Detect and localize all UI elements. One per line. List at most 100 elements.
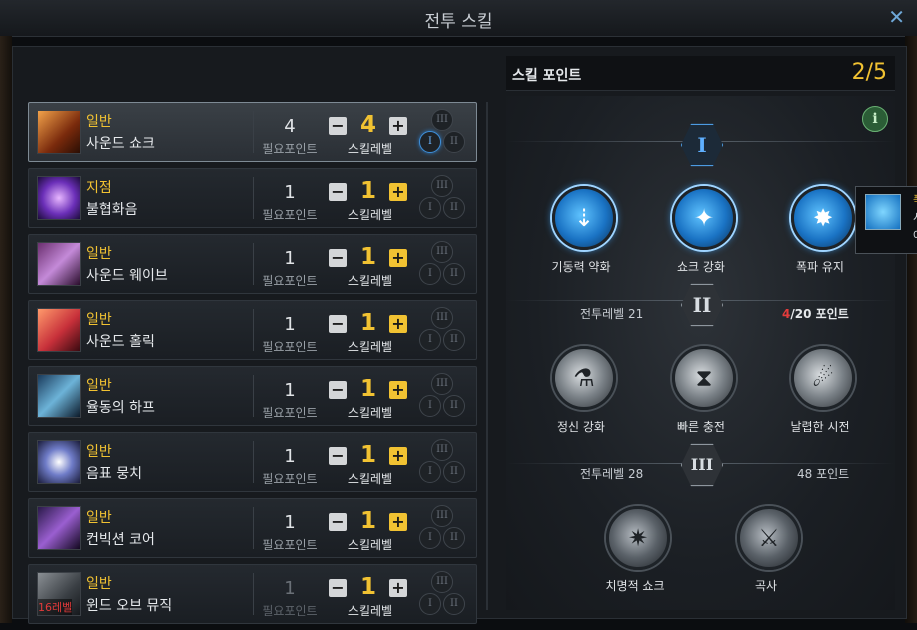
level-decrease-button[interactable]: − bbox=[329, 447, 347, 465]
skill-icon bbox=[37, 440, 81, 484]
level-decrease-button[interactable]: − bbox=[329, 117, 347, 135]
skill-node-critical-shock[interactable]: ✷ bbox=[606, 506, 670, 570]
skill-points-header: 스킬 포인트 2/5 bbox=[506, 56, 895, 91]
skill-level-label: 스킬레벨 bbox=[347, 538, 393, 552]
skill-grade: 일반 bbox=[86, 444, 112, 460]
divider bbox=[253, 111, 254, 153]
burst-icon: ✸ bbox=[812, 204, 834, 232]
tier-1-toggle[interactable]: I bbox=[419, 461, 441, 483]
level-increase-button[interactable]: + bbox=[389, 513, 407, 531]
level-decrease-button[interactable]: − bbox=[329, 579, 347, 597]
close-icon[interactable]: ✕ bbox=[888, 5, 905, 29]
tier-2-toggle[interactable]: II bbox=[443, 263, 465, 285]
tier-3-point-requirement: 48 포인트 bbox=[797, 467, 850, 481]
tier-2-toggle[interactable]: II bbox=[443, 593, 465, 615]
tier-3-toggle[interactable]: III bbox=[431, 307, 453, 329]
skill-row[interactable]: 16레벨 일반 윈드 오브 뮤직 1 필요포인트 −1 + 스킬레벨 III I II bbox=[28, 564, 477, 624]
tier-3-toggle[interactable]: III bbox=[431, 439, 453, 461]
skill-node-blast-sustain[interactable]: ✸ bbox=[791, 186, 855, 250]
skill-icon bbox=[37, 176, 81, 220]
skill-node-label: 쇼크 강화 bbox=[677, 260, 725, 274]
skill-icon bbox=[37, 242, 81, 286]
skill-node-label: 정신 강화 bbox=[557, 420, 605, 434]
skill-node-mind-enhance[interactable]: ⚗ bbox=[552, 346, 616, 410]
skill-row[interactable]: 일반 사운드 웨이브 1 필요포인트 −1 + 스킬레벨 III I II bbox=[28, 234, 477, 294]
tier-1-toggle[interactable]: I bbox=[419, 395, 441, 417]
skill-row[interactable]: 일반 율동의 하프 1 필요포인트 −1 + 스킬레벨 III I II bbox=[28, 366, 477, 426]
required-points-value: 1 bbox=[284, 446, 296, 467]
tier-3-toggle[interactable]: III bbox=[431, 241, 453, 263]
skill-tooltip: 폭 시 여 bbox=[855, 186, 917, 254]
skill-icon bbox=[37, 110, 81, 154]
level-increase-button[interactable]: + bbox=[389, 579, 407, 597]
required-points-value: 1 bbox=[284, 380, 296, 401]
tier-2-toggle[interactable]: II bbox=[443, 329, 465, 351]
tier-2-toggle[interactable]: II bbox=[443, 395, 465, 417]
level-decrease-button[interactable]: − bbox=[329, 315, 347, 333]
hourglass-icon: ⧗ bbox=[695, 364, 713, 392]
crossed-swords-icon: ⚔ bbox=[758, 524, 780, 552]
tier-2-toggle[interactable]: II bbox=[443, 197, 465, 219]
skill-level-label: 스킬레벨 bbox=[347, 604, 393, 618]
required-points-value: 4 bbox=[284, 116, 296, 137]
tier-3-toggle[interactable]: III bbox=[431, 373, 453, 395]
required-points-value: 1 bbox=[284, 578, 296, 599]
skill-row[interactable]: 지점 불협화음 1 필요포인트 −1 + 스킬레벨 III I II bbox=[28, 168, 477, 228]
level-increase-button[interactable]: + bbox=[389, 381, 407, 399]
level-increase-button[interactable]: + bbox=[389, 117, 407, 135]
level-decrease-button[interactable]: − bbox=[329, 249, 347, 267]
level-increase-button[interactable]: + bbox=[389, 183, 407, 201]
tier-2-required-points: /20 포인트 bbox=[790, 307, 849, 321]
potion-icon: ⚗ bbox=[573, 364, 595, 392]
level-decrease-button[interactable]: − bbox=[329, 183, 347, 201]
level-decrease-button[interactable]: − bbox=[329, 513, 347, 531]
skill-name: 음표 뭉치 bbox=[86, 466, 142, 482]
skill-level-value: 1 bbox=[359, 310, 376, 336]
skill-icon: 16레벨 bbox=[37, 572, 81, 616]
info-icon[interactable]: i bbox=[862, 106, 888, 132]
tier-2-toggle[interactable]: II bbox=[443, 527, 465, 549]
tier-2-toggle[interactable]: II bbox=[443, 131, 465, 153]
level-decrease-button[interactable]: − bbox=[329, 381, 347, 399]
skill-node-label: 날렵한 시전 bbox=[790, 420, 850, 434]
level-increase-button[interactable]: + bbox=[389, 315, 407, 333]
tier-2-toggle[interactable]: II bbox=[443, 461, 465, 483]
skill-list-scrollbar[interactable] bbox=[486, 102, 488, 610]
tier-1-toggle[interactable]: I bbox=[419, 527, 441, 549]
skill-level-value: 1 bbox=[359, 178, 376, 204]
divider bbox=[253, 243, 254, 285]
divider bbox=[253, 441, 254, 483]
skill-node-label: 치명적 쇼크 bbox=[605, 579, 665, 593]
tier-1-toggle[interactable]: I bbox=[419, 593, 441, 615]
tier-3-toggle[interactable]: III bbox=[431, 175, 453, 197]
level-increase-button[interactable]: + bbox=[389, 447, 407, 465]
skill-icon bbox=[37, 506, 81, 550]
tier-3-toggle[interactable]: III bbox=[431, 505, 453, 527]
skill-points-value: 2/5 bbox=[851, 60, 887, 85]
skill-level-label: 스킬레벨 bbox=[347, 142, 393, 156]
skill-grade: 일반 bbox=[86, 510, 112, 526]
skill-node-curved-shot[interactable]: ⚔ bbox=[737, 506, 801, 570]
skill-node-shock-enhance[interactable]: ✦ bbox=[672, 186, 736, 250]
tier-1-toggle[interactable]: I bbox=[419, 197, 441, 219]
skill-row[interactable]: 일반 컨빅션 코어 1 필요포인트 −1 + 스킬레벨 III I II bbox=[28, 498, 477, 558]
tier-1-toggle[interactable]: I bbox=[419, 263, 441, 285]
skill-row[interactable]: 일반 사운드 홀릭 1 필요포인트 −1 + 스킬레벨 III I II bbox=[28, 300, 477, 360]
skill-level-label: 스킬레벨 bbox=[347, 340, 393, 354]
tier-3-toggle[interactable]: III bbox=[431, 109, 453, 131]
skill-node-swift-cast[interactable]: ☄ bbox=[791, 346, 855, 410]
tier-1-toggle[interactable]: I bbox=[419, 329, 441, 351]
tier-1-toggle[interactable]: I bbox=[419, 131, 441, 153]
skill-level-value: 1 bbox=[359, 508, 376, 534]
title-bar: 전투 스킬 ✕ bbox=[0, 0, 917, 37]
skill-node-quick-charge[interactable]: ⧗ bbox=[672, 346, 736, 410]
skill-row[interactable]: 일반 사운드 쇼크 4 필요포인트 −4 + 스킬레벨 III I II bbox=[28, 102, 477, 162]
skill-name: 컨빅션 코어 bbox=[86, 532, 155, 548]
skill-row[interactable]: 일반 음표 뭉치 1 필요포인트 −1 + 스킬레벨 III I II bbox=[28, 432, 477, 492]
skill-icon bbox=[37, 374, 81, 418]
tier-3-toggle[interactable]: III bbox=[431, 571, 453, 593]
skill-level-value: 1 bbox=[359, 442, 376, 468]
skill-node-mobility-weaken[interactable]: ⇣ bbox=[552, 186, 616, 250]
level-increase-button[interactable]: + bbox=[389, 249, 407, 267]
skill-grade: 일반 bbox=[86, 378, 112, 394]
